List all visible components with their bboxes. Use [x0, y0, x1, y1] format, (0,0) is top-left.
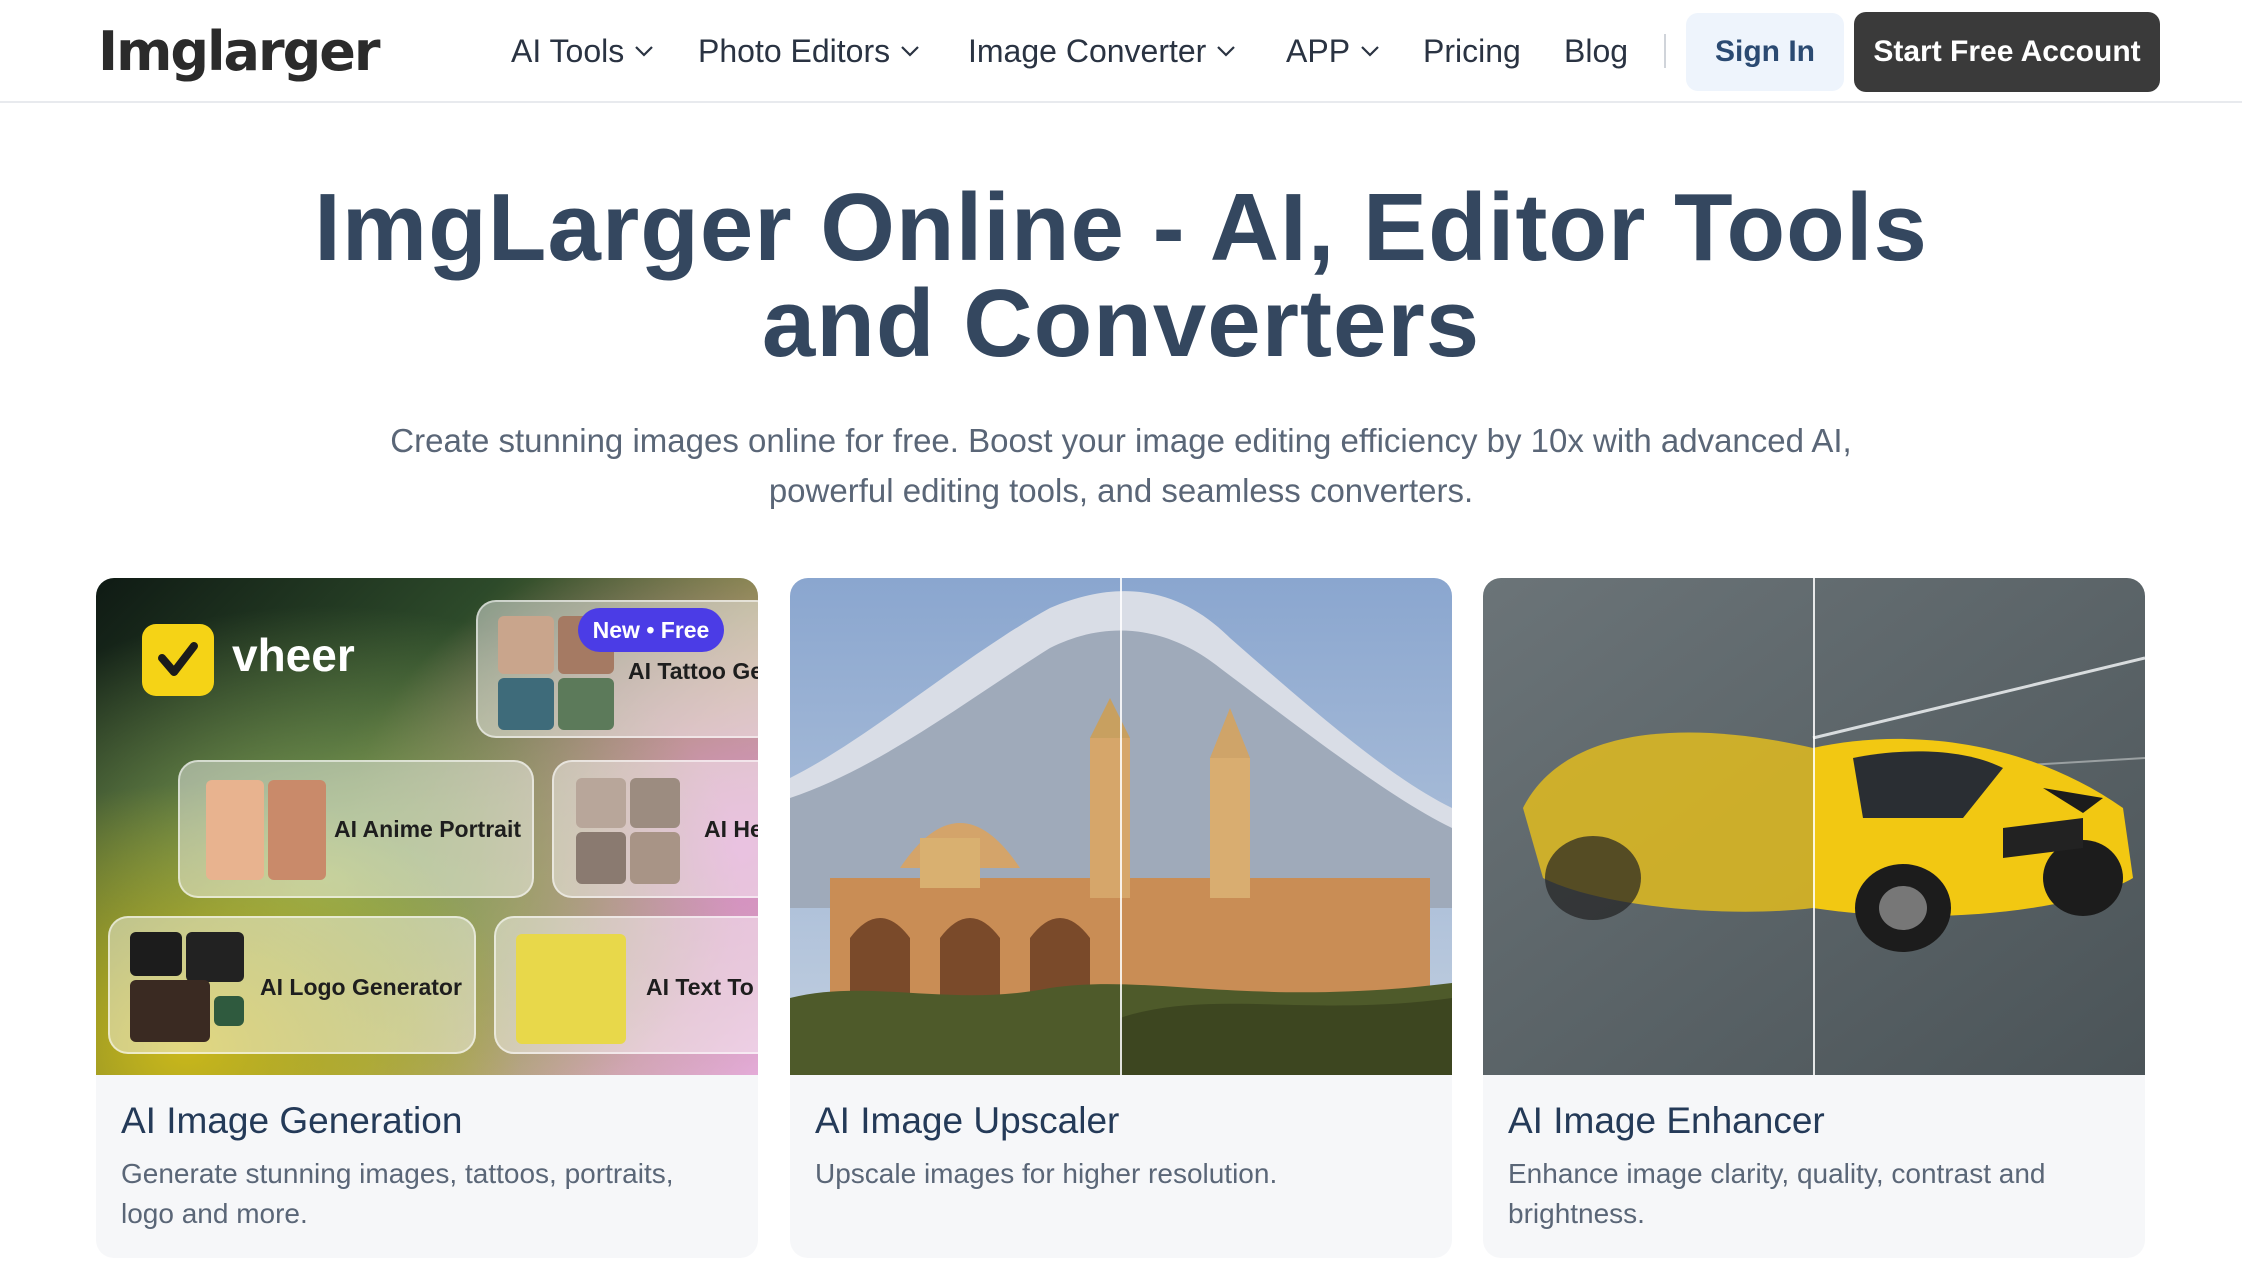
card-image-race-car: [1483, 578, 2145, 1075]
headshot-thumb: [630, 832, 680, 884]
page-subtitle-line1: Create stunning images online for free. …: [390, 422, 1852, 459]
card-description-line2: brightness.: [1508, 1198, 1645, 1229]
nav-ai-tools[interactable]: AI Tools: [511, 22, 656, 80]
tattoo-thumb: [558, 678, 614, 730]
tile-label: AI He: [704, 816, 758, 842]
sign-in-button[interactable]: Sign In: [1686, 13, 1844, 91]
nav-divider: [1664, 34, 1666, 68]
card-description-line2: logo and more.: [121, 1198, 308, 1229]
comparison-divider[interactable]: [1120, 578, 1122, 1075]
card-image-vheer: vheer AI Tattoo Ge New • Free AI Anime P…: [96, 578, 758, 1075]
nav-photo-editors-label: Photo Editors: [698, 32, 891, 69]
card-description-line1: Enhance image clarity, quality, contrast…: [1508, 1158, 2046, 1189]
card-description: Generate stunning images, tattoos, portr…: [121, 1154, 741, 1234]
nav-app-label: APP: [1286, 32, 1351, 69]
card-description: Enhance image clarity, quality, contrast…: [1508, 1154, 2128, 1234]
nav-image-converter[interactable]: Image Converter: [968, 22, 1238, 80]
tile-label: AI Anime Portrait: [334, 816, 522, 842]
start-free-account-button[interactable]: Start Free Account: [1854, 12, 2160, 92]
logo-thumb: [186, 932, 244, 982]
anime-thumb: [268, 780, 326, 880]
nav-pricing[interactable]: Pricing: [1423, 22, 1521, 80]
headshot-thumb: [630, 778, 680, 828]
chevron-down-icon: [901, 46, 919, 57]
card-ai-image-upscaler[interactable]: AI Image Upscaler Upscale images for hig…: [790, 578, 1452, 1258]
tile-label: AI Text To I: [646, 974, 758, 1000]
nav-blog[interactable]: Blog: [1564, 22, 1628, 80]
nav-pricing-label: Pricing: [1423, 32, 1521, 69]
tile-ai-headshot: AI He: [552, 760, 758, 898]
nav-photo-editors[interactable]: Photo Editors: [698, 22, 922, 80]
chevron-down-icon: [1361, 46, 1379, 57]
logo-thumb: [130, 932, 182, 976]
card-ai-image-enhancer[interactable]: AI Image Enhancer Enhance image clarity,…: [1483, 578, 2145, 1258]
page-subtitle-line2: powerful editing tools, and seamless con…: [768, 472, 1474, 509]
site-header: Imglarger AI Tools Photo Editors Image C…: [0, 0, 2242, 103]
vheer-logo-icon: [142, 624, 214, 696]
imglarger-logo[interactable]: Imglarger: [98, 20, 381, 84]
headshot-thumb: [576, 778, 626, 828]
nav-image-converter-label: Image Converter: [968, 32, 1207, 69]
card-image-church-mountain: [790, 578, 1452, 1075]
tile-label: AI Tattoo Ge: [628, 658, 758, 684]
logo-thumb: [214, 996, 244, 1026]
chevron-down-icon: [1217, 46, 1236, 57]
headshot-thumb: [576, 832, 626, 884]
card-title: AI Image Generation: [121, 1100, 463, 1141]
tile-ai-logo-generator: AI Logo Generator: [108, 916, 476, 1054]
tile-label: AI Logo Generator: [260, 974, 462, 1000]
chevron-down-icon: [635, 46, 654, 57]
card-description: Upscale images for higher resolution.: [815, 1154, 1435, 1194]
tile-ai-anime-portrait: AI Anime Portrait: [178, 760, 534, 898]
nav-ai-tools-label: AI Tools: [511, 32, 625, 69]
tattoo-thumb: [498, 678, 554, 730]
vheer-brand: vheer: [232, 629, 355, 681]
card-description-line1: Generate stunning images, tattoos, portr…: [121, 1158, 674, 1189]
page-title-line1: ImgLarger Online - AI, Editor Tools: [314, 174, 1928, 281]
text-to-image-thumb: [516, 934, 626, 1044]
card-ai-image-generation[interactable]: vheer AI Tattoo Ge New • Free AI Anime P…: [96, 578, 758, 1258]
tattoo-thumb: [498, 616, 554, 674]
anime-thumb: [206, 780, 264, 880]
nav-blog-label: Blog: [1564, 32, 1629, 69]
page-title: ImgLarger Online - AI, Editor Tools and …: [0, 180, 2242, 372]
logo-thumb: [130, 980, 210, 1042]
new-free-badge: New • Free: [578, 608, 724, 652]
comparison-divider[interactable]: [1813, 578, 1815, 1075]
page-title-line2: and Converters: [761, 270, 1481, 377]
card-title: AI Image Enhancer: [1508, 1100, 1825, 1141]
card-description-line1: Upscale images for higher resolution.: [815, 1158, 1278, 1189]
tile-ai-text-to-image: AI Text To I: [494, 916, 758, 1054]
card-title: AI Image Upscaler: [815, 1100, 1120, 1141]
nav-app[interactable]: APP: [1286, 22, 1382, 80]
page-subtitle: Create stunning images online for free. …: [370, 416, 1872, 516]
